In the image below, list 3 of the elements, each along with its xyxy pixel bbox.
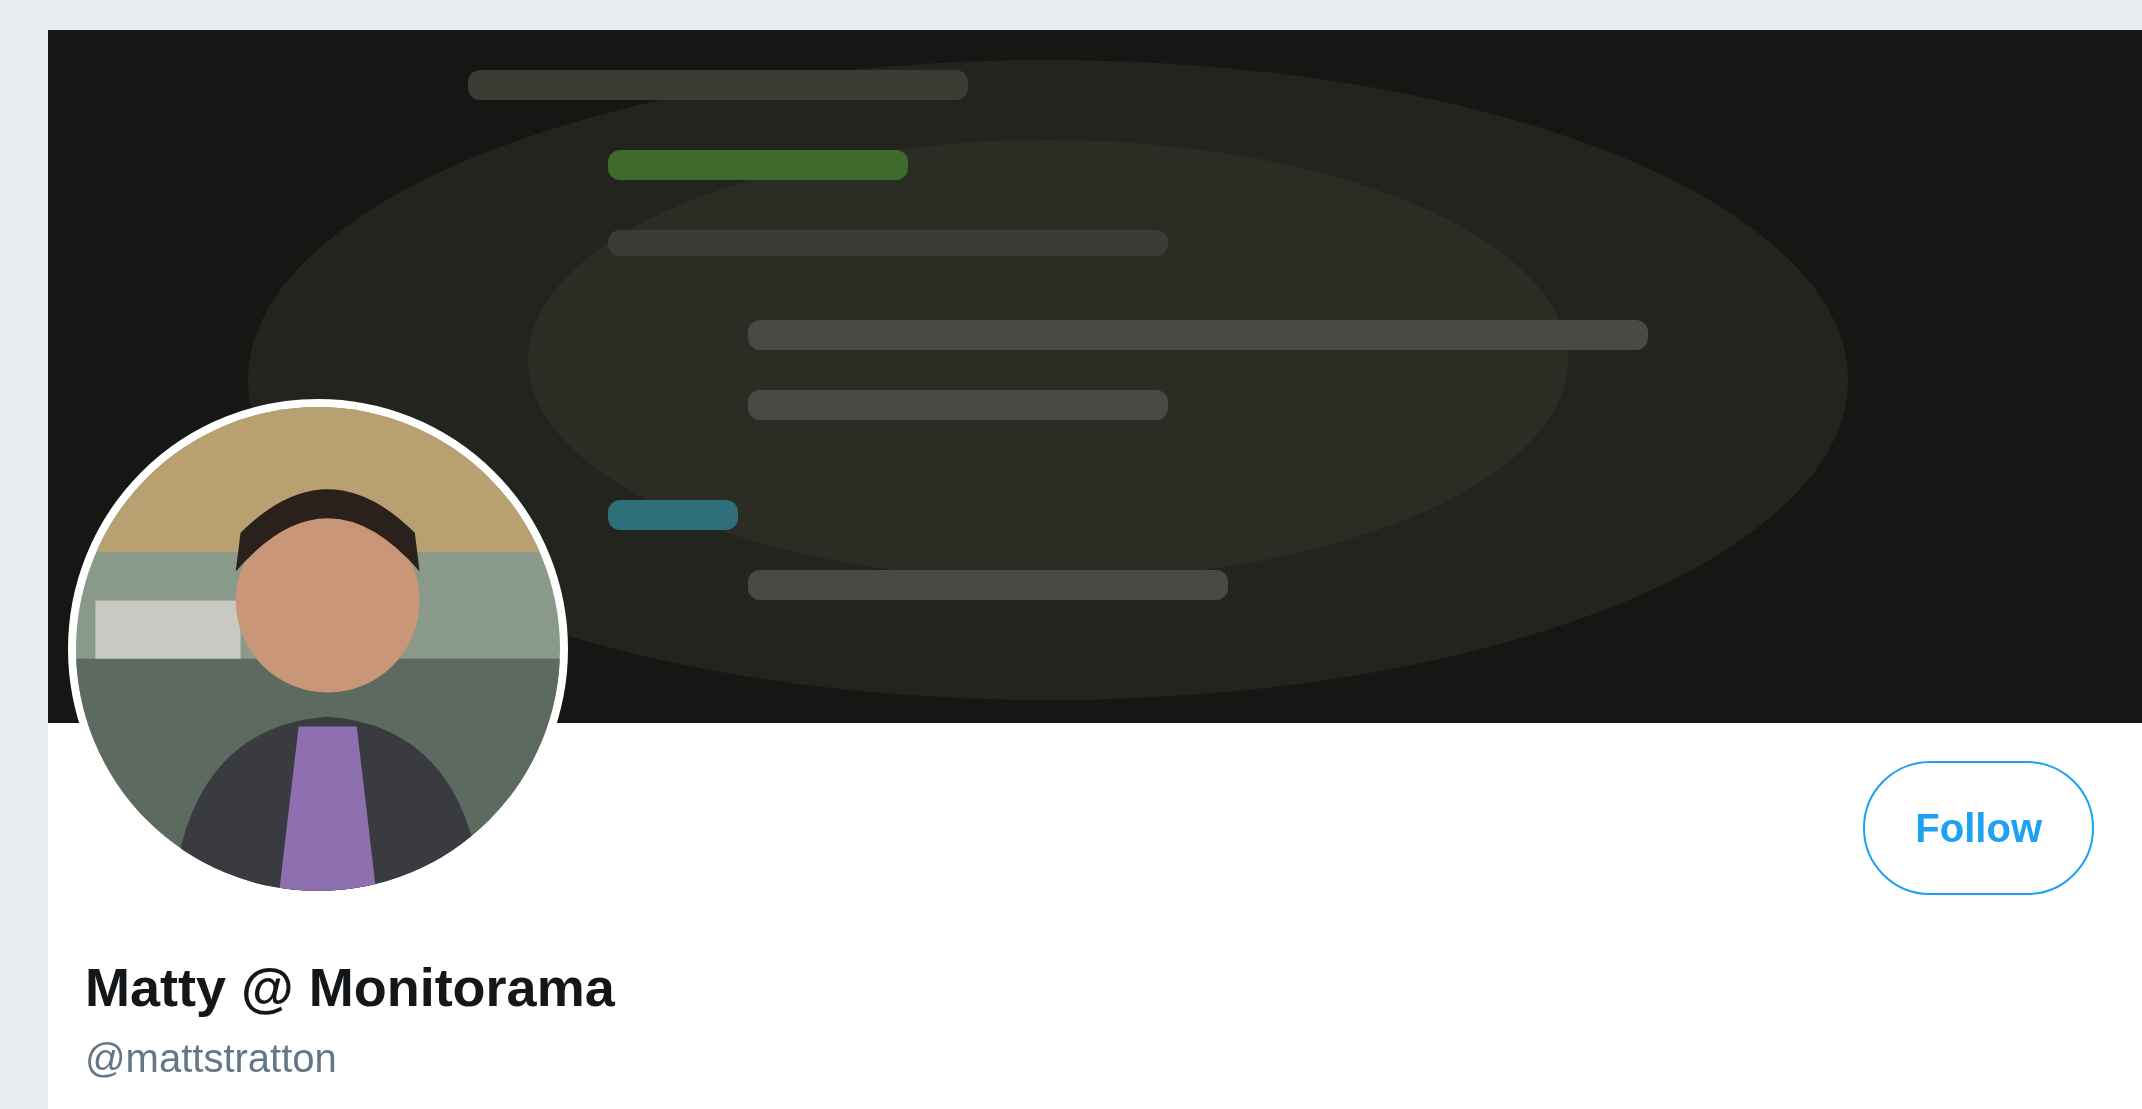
- username-handle: @mattstratton: [85, 1034, 338, 1082]
- display-name: Matty @ Monitorama: [85, 956, 616, 1019]
- follow-button[interactable]: Follow: [1863, 761, 2094, 895]
